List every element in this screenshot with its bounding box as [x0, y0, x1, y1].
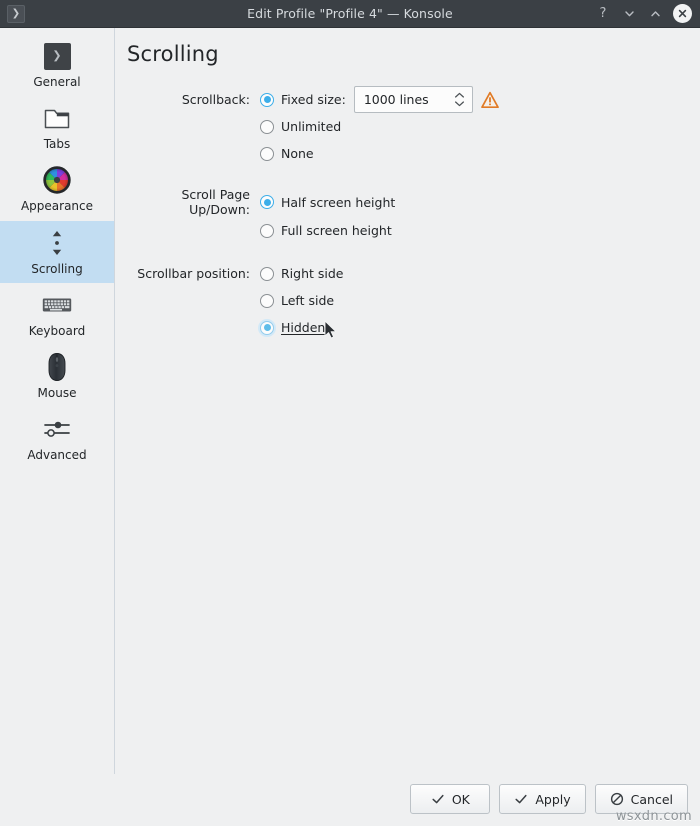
radio-label: Left side [281, 293, 335, 308]
scrollbar-hidden-row: Hidden [125, 314, 684, 341]
radio-indicator [260, 266, 274, 281]
terminal-icon: ❯ [7, 4, 25, 23]
scrollbar-left-row: Left side [125, 287, 684, 314]
apply-button[interactable]: Apply [499, 784, 586, 814]
sidebar-item-general[interactable]: ❯ General [0, 34, 114, 96]
scrollback-unlimited-row: Unlimited [125, 113, 684, 140]
sliders-icon [41, 413, 73, 445]
radio-label: Half screen height [281, 194, 396, 210]
close-icon[interactable] [673, 4, 692, 23]
radio-indicator [260, 293, 274, 308]
scrolling-settings-form: Scrollback: Fixed size: 1000 lines Unlim… [125, 86, 684, 341]
spinbox-value: 1000 lines [363, 92, 429, 107]
sidebar-item-tabs[interactable]: Tabs [0, 96, 114, 158]
scroll-page-full-row: Full screen height [125, 217, 684, 244]
spinbox-arrows[interactable] [453, 92, 466, 107]
scrollbar-right-row: Scrollbar position: Right side [125, 260, 684, 287]
button-label: OK [451, 791, 470, 807]
radio-label: Fixed size: [281, 92, 346, 107]
button-label: Apply [535, 791, 571, 807]
radio-label: Hidden [281, 320, 326, 335]
sidebar-item-label: Mouse [37, 385, 77, 400]
radio-scrollbar-right-side[interactable]: Right side [260, 266, 344, 281]
radio-half-screen-height[interactable]: Half screen height [260, 195, 395, 210]
radio-label: Right side [281, 266, 344, 281]
window-controls: ? [595, 4, 692, 23]
main-content: Scrolling Scrollback: Fixed size: 1000 l… [115, 28, 700, 774]
radio-indicator [260, 195, 274, 209]
scroll-page-half-row: Scroll Page Up/Down: Half screen height [125, 187, 684, 217]
radio-indicator [260, 146, 274, 161]
warning-icon[interactable] [480, 91, 499, 109]
chevron-up-icon [454, 92, 464, 98]
sidebar-item-label: Tabs [43, 137, 71, 152]
help-icon[interactable]: ? [595, 6, 611, 22]
scrollback-fixed-row: Scrollback: Fixed size: 1000 lines [125, 86, 684, 113]
scrollback-none-row: None [125, 140, 684, 167]
sidebar-item-keyboard[interactable]: Keyboard [0, 283, 114, 345]
cancel-icon [610, 792, 623, 806]
dialog-button-bar: OK Apply Cancel [0, 774, 700, 826]
radio-label: Unlimited [281, 119, 342, 134]
radio-indicator [260, 92, 274, 107]
sidebar-item-label: Keyboard [28, 323, 86, 338]
terminal-icon: ❯ [41, 40, 73, 72]
sidebar-item-label: Appearance [20, 199, 94, 214]
scroll-page-group: Scroll Page Up/Down: Half screen height [125, 187, 684, 244]
radio-indicator [260, 223, 274, 238]
scrollback-group: Scrollback: Fixed size: 1000 lines Unlim… [125, 86, 684, 167]
scrollback-label: Scrollback: [181, 92, 250, 107]
scrollback-lines-spinbox[interactable]: 1000 lines [353, 86, 473, 113]
radio-scrollbar-hidden[interactable]: Hidden [260, 320, 325, 335]
sidebar-item-label: General [33, 75, 81, 89]
page-title: Scrolling [127, 42, 219, 66]
sidebar-item-scrolling[interactable]: Scrolling [0, 220, 114, 283]
scroll-icon [41, 227, 73, 259]
folder-icon [41, 102, 73, 134]
scrollbar-position-label: Scrollbar position: [137, 266, 250, 281]
check-icon [432, 794, 444, 804]
keyboard-icon [41, 289, 73, 321]
maximize-icon[interactable] [647, 6, 663, 22]
cancel-button[interactable]: Cancel [594, 784, 688, 814]
scroll-page-label: Scroll Page Up/Down: [181, 187, 251, 217]
edit-profile-dialog: ❯ Edit Profile "Profile 4" — Konsole ? ❯… [0, 0, 700, 826]
sidebar-item-label: Scrolling [31, 261, 83, 276]
scrollbar-position-group: Scrollbar position: Right side Left side… [125, 260, 684, 341]
radio-scrollback-none[interactable]: None [260, 146, 314, 161]
color-wheel-icon [41, 164, 73, 196]
minimize-icon[interactable] [621, 6, 637, 22]
radio-scrollback-fixed-size[interactable]: Fixed size: [260, 92, 346, 107]
radio-label: None [281, 146, 314, 161]
sidebar-item-mouse[interactable]: Mouse [0, 345, 114, 407]
radio-scrollbar-left-side[interactable]: Left side [260, 293, 334, 308]
title-bar[interactable]: ❯ Edit Profile "Profile 4" — Konsole ? [0, 0, 700, 28]
sidebar: ❯ General Tabs Appearance Scrolling Keyb… [0, 28, 115, 774]
radio-label: Full screen height [281, 223, 392, 238]
sidebar-item-advanced[interactable]: Advanced [0, 407, 114, 469]
radio-scrollback-unlimited[interactable]: Unlimited [260, 119, 341, 134]
button-label: Cancel [630, 791, 673, 807]
radio-full-screen-height[interactable]: Full screen height [260, 223, 392, 238]
chevron-down-icon [454, 101, 464, 107]
check-icon [515, 794, 527, 804]
ok-button[interactable]: OK [410, 784, 491, 814]
sidebar-item-appearance[interactable]: Appearance [0, 158, 114, 220]
mouse-icon [41, 351, 73, 383]
sidebar-item-label: Advanced [27, 448, 87, 463]
radio-indicator [260, 320, 274, 335]
radio-indicator [260, 119, 274, 134]
